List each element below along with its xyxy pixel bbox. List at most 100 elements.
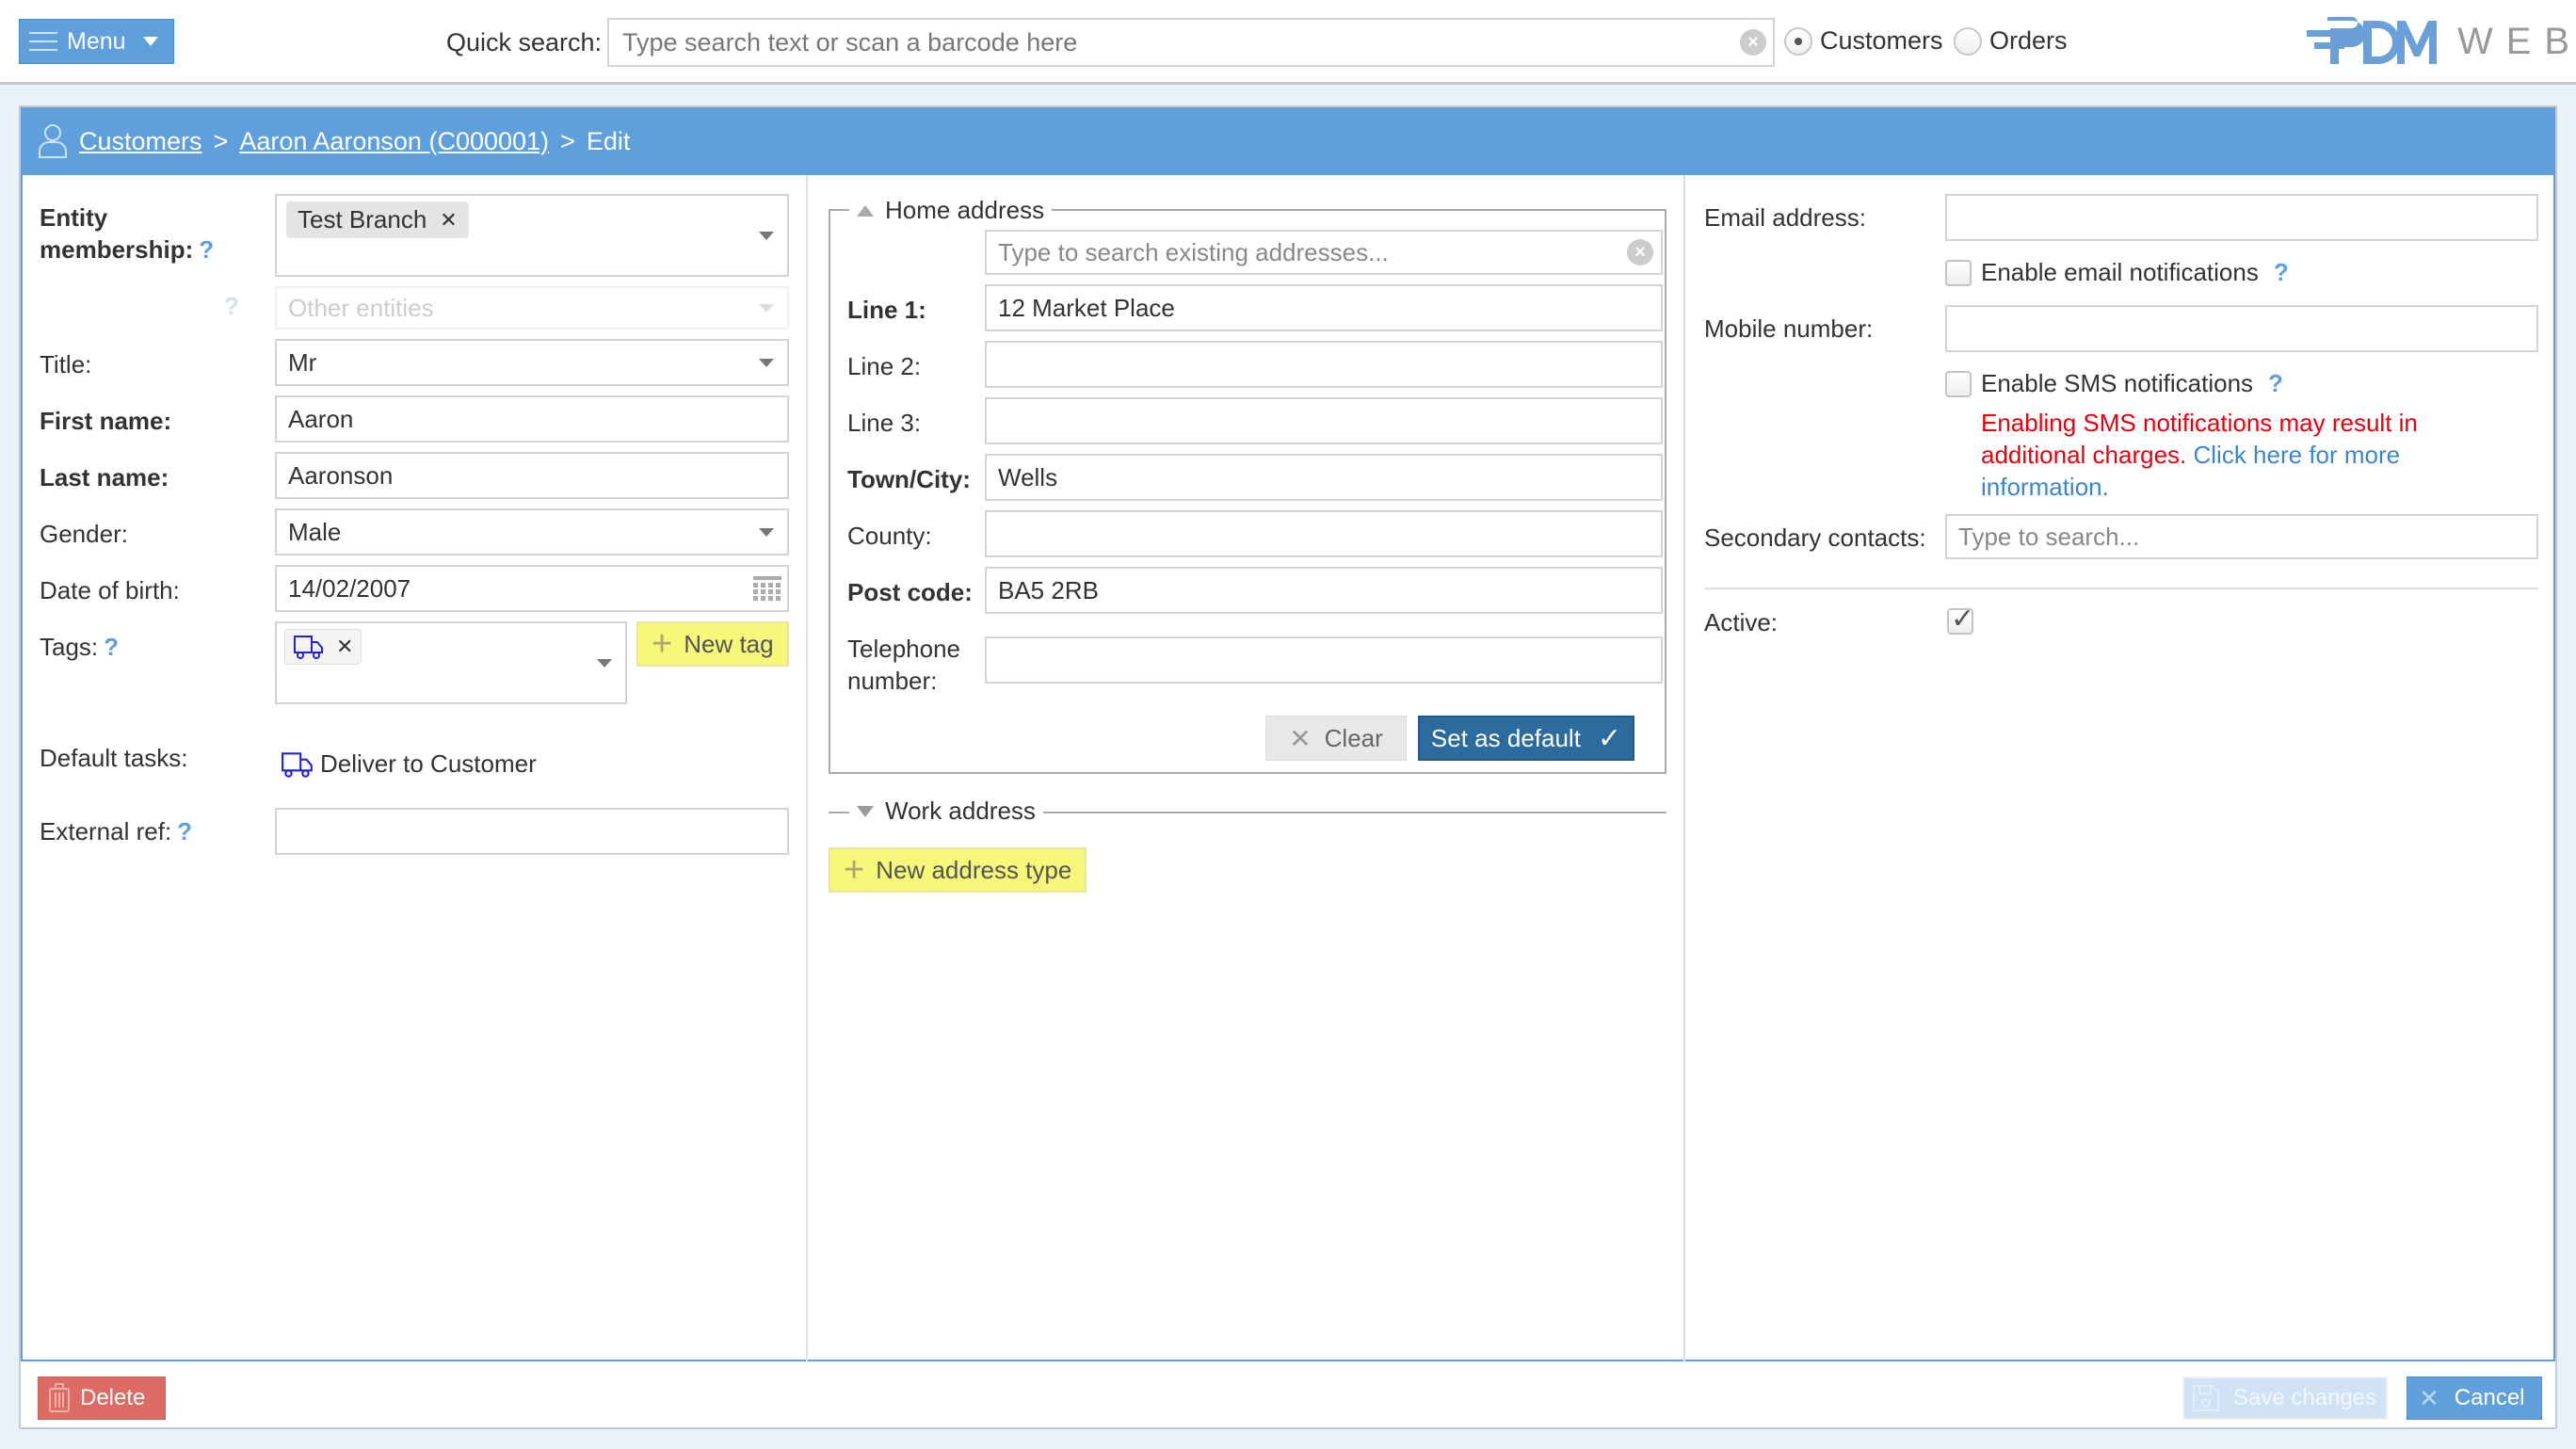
chevron-down-icon [759,528,774,537]
save-changes-label: Save changes [2233,1385,2377,1410]
line2-label: Line 2: [847,352,922,380]
email-notifications-label: Enable email notifications [1981,258,2259,286]
other-entities-select[interactable]: Other entities [275,286,789,330]
logo-web-text: WEB [2457,20,2576,62]
help-icon[interactable]: ? [2274,258,2289,287]
help-icon[interactable]: ? [224,292,239,321]
mobile-input[interactable] [1945,305,2538,352]
help-icon[interactable]: ? [177,817,192,845]
truck-icon [282,751,313,778]
postcode-input[interactable] [985,567,1663,614]
checkmark-icon: ✓ [1597,722,1622,754]
line2-input[interactable] [985,341,1663,388]
tags-label: Tags:? [40,633,119,662]
menu-button-label: Menu [67,27,126,55]
line1-input[interactable] [985,284,1663,331]
clear-address-button[interactable]: ✕ Clear [1265,716,1407,761]
close-icon: ✕ [1289,723,1312,753]
remove-tag-icon[interactable]: ✕ [336,635,353,659]
dob-input[interactable]: 14/02/2007 [275,565,789,612]
scope-orders-radio[interactable]: Orders [1954,26,2068,56]
hamburger-icon [29,31,57,52]
breadcrumb-customers-link[interactable]: Customers [79,127,202,156]
save-changes-button[interactable]: Save changes [2182,1377,2388,1420]
close-icon: ✕ [2419,1383,2439,1412]
clear-address-search-icon[interactable]: × [1627,239,1653,266]
user-icon [39,124,67,158]
scope-customers-radio[interactable]: Customers [1784,26,1943,56]
help-icon[interactable]: ? [199,235,214,264]
gender-value: Male [288,517,342,546]
radio-selected-icon [1784,26,1812,56]
help-icon[interactable]: ? [104,633,119,661]
pdm-logo-icon [2307,17,2437,64]
floppy-disk-icon [2193,1385,2219,1411]
other-entities-placeholder: Other entities [288,293,434,322]
gender-select[interactable]: Male [275,508,789,555]
email-notifications-checkbox[interactable]: Enable email notifications ? [1945,258,2289,287]
remove-chip-icon[interactable]: ✕ [440,208,457,233]
line1-label: Line 1: [847,296,926,324]
cancel-label: Cancel [2454,1385,2525,1410]
set-default-label: Set as default [1430,723,1581,752]
gender-label: Gender: [40,520,128,548]
breadcrumb-separator: > [213,126,229,155]
town-input[interactable] [985,454,1663,501]
tags-select[interactable]: ✕ [275,621,627,704]
work-address-title: Work address [885,797,1036,825]
cancel-button[interactable]: ✕ Cancel [2407,1377,2542,1420]
line3-input[interactable] [985,397,1663,444]
new-tag-button[interactable]: + New tag [636,621,789,667]
last-name-label: Last name: [40,463,169,491]
new-address-type-button[interactable]: + New address type [829,847,1087,893]
address-search-input[interactable] [985,230,1663,275]
external-ref-label-text: External ref: [40,817,172,845]
quick-search-input[interactable] [607,18,1775,67]
set-default-button[interactable]: Set as default ✓ [1418,716,1634,761]
delete-button[interactable]: Delete [38,1377,166,1420]
app-logo: WEB [2307,17,2576,66]
chevron-down-icon [759,359,774,367]
last-name-input[interactable] [275,452,789,499]
clear-search-icon[interactable]: × [1740,29,1766,56]
entity-membership-label-text: Entity membership: [40,203,194,264]
breadcrumb: Customers > Aaron Aaronson (C000001) > E… [21,107,2555,175]
dob-value: 14/02/2007 [288,573,411,603]
external-ref-input[interactable] [275,808,789,855]
help-icon[interactable]: ? [2268,369,2283,398]
trash-icon [49,1383,70,1412]
title-select[interactable]: Mr [275,339,789,386]
county-input[interactable] [985,510,1663,557]
email-input[interactable] [1945,194,2538,241]
county-label: County: [847,522,932,550]
sms-notifications-checkbox[interactable]: Enable SMS notifications ? [1945,369,2283,398]
calendar-icon[interactable] [753,576,781,603]
chevron-down-icon [759,232,774,240]
email-label: Email address: [1704,203,1866,232]
sms-warning: Enabling SMS notifications may result in… [1981,407,2471,503]
column-divider [806,175,808,1361]
menu-button[interactable]: Menu [19,19,174,64]
home-address-legend[interactable]: Home address [849,196,1053,225]
expand-down-icon [857,805,874,817]
secondary-contacts-input[interactable] [1945,514,2538,559]
clear-address-label: Clear [1324,723,1383,752]
telephone-label: Telephone number: [847,635,960,695]
first-name-input[interactable] [275,395,789,443]
scope-customers-label: Customers [1820,26,1943,55]
breadcrumb-customer-link[interactable]: Aaron Aaronson (C000001) [239,127,549,156]
postcode-label: Post code: [847,578,973,606]
secondary-contacts-label: Secondary contacts: [1704,523,1926,552]
action-footer: Delete Save changes ✕ Cancel [21,1361,2555,1429]
telephone-input[interactable] [985,636,1663,684]
breadcrumb-current: Edit [586,126,631,155]
work-address-legend[interactable]: Work address [849,797,1043,826]
dob-label: Date of birth: [40,576,180,604]
mobile-label: Mobile number: [1704,314,1874,343]
entity-membership-select[interactable]: Test Branch ✕ [275,194,789,277]
sms-notifications-label: Enable SMS notifications [1981,369,2254,397]
breadcrumb-separator: > [560,126,575,155]
checkbox-unchecked-icon [1945,370,1972,397]
caret-down-icon [142,37,158,46]
active-checkbox[interactable] [1947,603,1974,636]
